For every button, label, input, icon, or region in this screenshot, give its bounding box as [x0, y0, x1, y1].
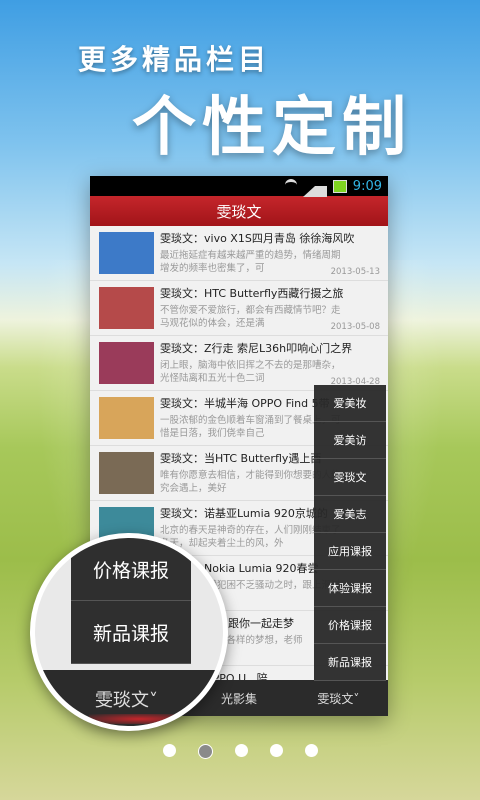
headline-subtitle: 更多精品栏目	[78, 43, 271, 76]
article-thumbnail	[99, 452, 154, 494]
dropdown-item[interactable]: 体验课报	[314, 570, 386, 607]
app-title-bar: 雯琰文	[90, 196, 388, 226]
page-dot[interactable]	[304, 744, 318, 757]
magnified-tab-label[interactable]: 雯琰文˅	[95, 686, 158, 712]
page-indicator	[0, 744, 480, 759]
page-dot[interactable]	[234, 744, 248, 757]
article-text: 雯琰文：HTC Butterfly西藏行摄之旅 不管你爱不爱旅行，都会有西藏情节吧…	[154, 285, 388, 335]
article-title: 雯琰文：vivo X1S四月青岛 徐徐海风吹	[160, 232, 355, 245]
magnified-menu: 价格课报 新品课报	[71, 538, 191, 664]
magnified-tab-indicator	[89, 714, 189, 724]
dropdown-item[interactable]: 爱美志	[314, 496, 386, 533]
bottom-tab-label: 光影集	[220, 691, 257, 706]
article-thumbnail	[99, 232, 154, 274]
article-row[interactable]: 雯琰文：Z行走 索尼L36h叩响心门之界 闭上眼，脑海中依旧挥之不去的是那嘈杂，光…	[90, 336, 388, 391]
article-row[interactable]: 雯琰文：HTC Butterfly西藏行摄之旅 不管你爱不爱旅行，都会有西藏情节吧…	[90, 281, 388, 336]
bottom-tab[interactable]: 雯琰文˅	[289, 690, 388, 707]
battery-icon	[332, 179, 347, 193]
article-row[interactable]: 雯琰文：vivo X1S四月青岛 徐徐海风吹 最近拖延症有越来越严重的趋势，情绪周…	[90, 226, 388, 281]
magnified-menu-item-price[interactable]: 价格课报	[71, 538, 191, 601]
article-date: 2013-05-13	[330, 267, 380, 277]
article-date: 2013-05-08	[330, 322, 380, 332]
dropdown-item[interactable]: 应用课报	[314, 533, 386, 570]
article-title: 雯琰文：HTC Butterfly西藏行摄之旅	[160, 287, 344, 300]
magnifier-callout: 价格课报 新品课报 雯琰文˅	[30, 533, 228, 731]
article-thumbnail	[99, 342, 154, 384]
status-time: 9:09	[352, 178, 382, 194]
wifi-icon	[284, 179, 297, 193]
dropdown-item[interactable]: 爱美访	[314, 422, 386, 459]
signal-icon	[302, 176, 327, 197]
dropdown-item[interactable]: 新品课报	[314, 644, 386, 681]
column-dropdown-menu: 爱美妆 爱美访 雯琰文 爱美志 应用课报 体验课报 价格课报 新品课报	[314, 385, 386, 681]
bottom-tab-label: 雯琰文	[317, 691, 354, 706]
article-thumbnail	[99, 397, 154, 439]
app-title: 雯琰文	[216, 202, 262, 221]
chevron-down-icon: ˅	[353, 691, 360, 706]
headline-title: 个性定制	[132, 91, 412, 165]
magnified-bottom-bar: 雯琰文˅	[35, 670, 223, 726]
page-dot[interactable]	[269, 744, 283, 757]
dropdown-item[interactable]: 爱美妆	[314, 385, 386, 422]
dropdown-item[interactable]: 价格课报	[314, 607, 386, 644]
article-text: 雯琰文：Z行走 索尼L36h叩响心门之界 闭上眼，脑海中依旧挥之不去的是那嘈杂，光…	[154, 340, 388, 390]
article-thumbnail	[99, 287, 154, 329]
dropdown-item[interactable]: 雯琰文	[314, 459, 386, 496]
article-text: 雯琰文：vivo X1S四月青岛 徐徐海风吹 最近拖延症有越来越严重的趋势，情绪周…	[154, 230, 388, 280]
status-bar: 9:09	[90, 176, 388, 197]
page-dot[interactable]	[162, 744, 176, 757]
magnified-menu-item-new[interactable]: 新品课报	[71, 601, 191, 664]
article-title: 雯琰文：Z行走 索尼L36h叩响心门之界	[160, 342, 353, 355]
page-dot[interactable]	[197, 744, 213, 759]
